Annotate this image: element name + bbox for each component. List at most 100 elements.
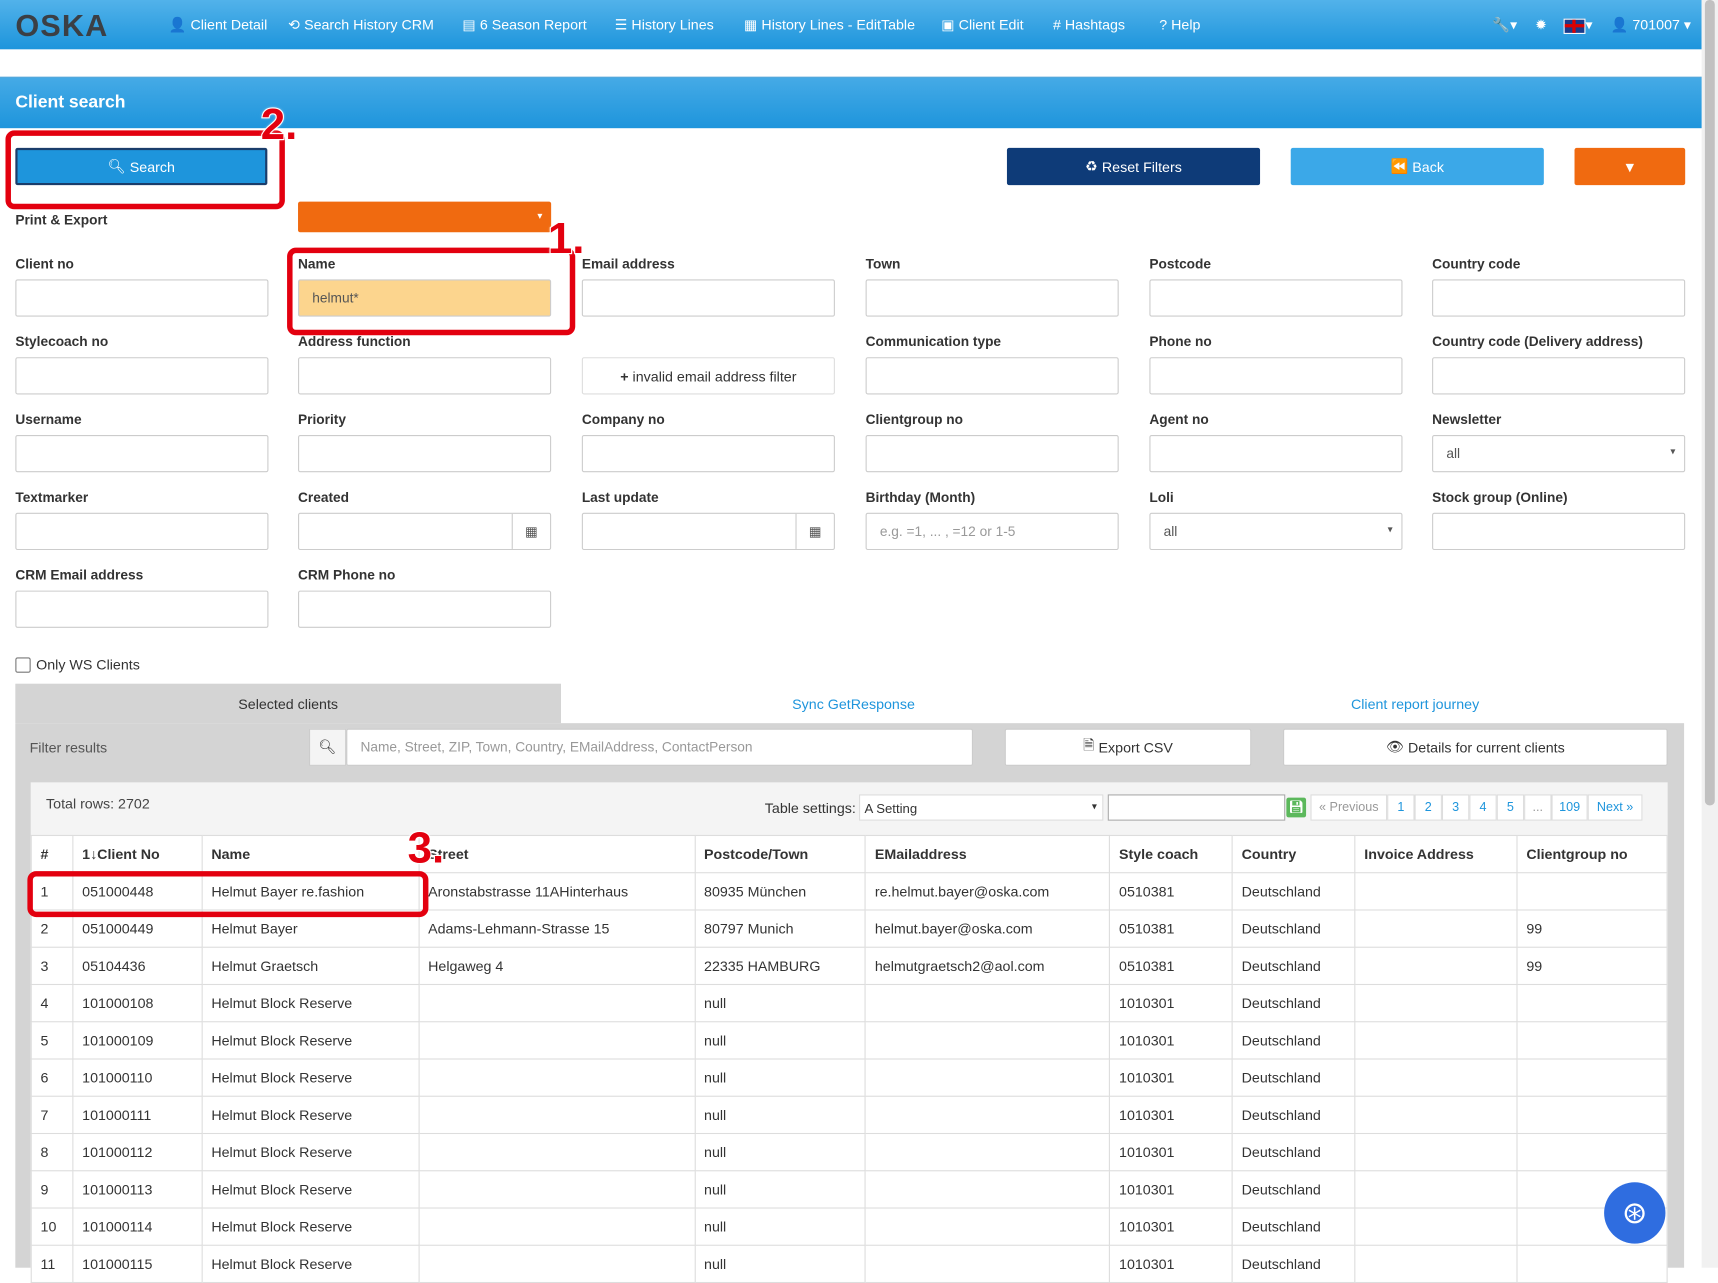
pagination-page-2[interactable]: 2 [1414, 794, 1442, 821]
table-cell: 10 [30, 1207, 74, 1246]
phone-no-input[interactable] [1149, 357, 1403, 395]
oska-logo[interactable]: OSKA [15, 9, 108, 44]
pagination-page-4[interactable]: 4 [1469, 794, 1497, 821]
invalid-email-filter-button[interactable]: + invalid email address filter [581, 357, 835, 395]
communication-type-input[interactable] [865, 357, 1119, 395]
pagination-previous[interactable]: « Previous [1310, 794, 1388, 821]
table-row[interactable]: 4 101000108 Helmut Block Reserve null 101030… [30, 983, 1668, 1023]
country-code-delivery-address-input[interactable] [1432, 357, 1686, 395]
address-function-label: Address function [298, 334, 411, 350]
nav-item-history-lines-edittable[interactable]: ▦ History Lines - EditTable [744, 16, 915, 34]
save-icon[interactable]: 💾︎ [1286, 797, 1307, 818]
last-update-input[interactable]: ▦ [581, 512, 835, 551]
crm-email-address-input[interactable] [15, 590, 269, 628]
priority-input[interactable] [298, 434, 552, 473]
table-cell: null [694, 1058, 867, 1097]
table-cell: null [694, 1132, 867, 1172]
column-header[interactable]: Name [201, 834, 420, 874]
filter-results-input[interactable]: Name, Street, ZIP, Town, Country, EMailA… [346, 728, 973, 766]
table-cell: Deutschland [1231, 1244, 1356, 1283]
table-setting-name-input[interactable] [1107, 794, 1286, 821]
created-input[interactable]: ▦ [298, 512, 552, 551]
nav-item-label: History Lines - EditTable [761, 16, 916, 33]
address-function-input[interactable] [298, 357, 552, 395]
panel-title: Client search [15, 93, 126, 112]
tab-client-report-journey[interactable]: Client report journey [1146, 684, 1684, 723]
table-settings-select[interactable]: A Setting ▾ [859, 794, 1104, 821]
nav-item-client-detail[interactable]: 👤 Client Detail [169, 16, 268, 34]
tab-sync-getresponse[interactable]: Sync GetResponse [561, 684, 1146, 723]
pagination-next[interactable]: Next » [1587, 794, 1643, 821]
stock-group-online-input[interactable] [1432, 512, 1686, 551]
email-address-input[interactable] [581, 279, 835, 317]
column-header[interactable]: 1↓Client No [72, 834, 203, 874]
agent-no-input[interactable] [1149, 434, 1403, 473]
nav-item-help[interactable]: ? Help [1159, 16, 1200, 32]
country-code-input[interactable] [1432, 279, 1686, 317]
help-chat-button[interactable]: ⊛ [1604, 1182, 1666, 1244]
pagination-page-ellipsis[interactable]: ... [1524, 794, 1552, 821]
stylecoach-no-input[interactable] [15, 357, 269, 395]
calendar-icon[interactable]: ▦ [795, 513, 833, 549]
name-input[interactable]: helmut* [298, 279, 552, 317]
table-row[interactable]: 5 101000109 Helmut Block Reserve null 101030… [30, 1021, 1668, 1060]
newsletter-label: Newsletter [1432, 411, 1502, 428]
clientgroup-no-input[interactable] [865, 434, 1119, 473]
column-header[interactable]: Style coach [1109, 834, 1233, 874]
table-row[interactable]: 6 101000110 Helmut Block Reserve null 101030… [30, 1058, 1668, 1097]
tab-selected-clients[interactable]: Selected clients [15, 683, 561, 724]
uk-flag-language-icon[interactable]: ▾ [1563, 16, 1593, 34]
birthday-month-placeholder: e.g. =1, ... , =12 or 1-5 [879, 523, 1016, 540]
column-header[interactable]: EMailaddress [864, 834, 1111, 874]
nav-item-client-edit[interactable]: ▣ Client Edit [941, 16, 1023, 34]
wrench-menu-icon[interactable]: 🔧▾ [1492, 16, 1517, 34]
column-header[interactable]: Invoice Address [1354, 834, 1518, 874]
user-menu[interactable]: 👤 701007 ▾ [1611, 16, 1691, 34]
nav-item-search-history-crm[interactable]: ⟲ Search History CRM [288, 16, 434, 34]
crm-phone-no-input[interactable] [298, 590, 552, 628]
table-row[interactable]: 10 101000114 Helmut Block Reserve null 10103… [30, 1207, 1668, 1246]
table-row[interactable]: 9 101000113 Helmut Block Reserve null 101030… [30, 1170, 1668, 1209]
only-ws-clients-checkbox[interactable] [15, 656, 31, 673]
reset-filters-button[interactable]: ♻ Reset Filters [1006, 147, 1261, 186]
table-cell [418, 1021, 696, 1060]
nav-item-hashtags[interactable]: # Hashtags [1053, 16, 1125, 32]
details-current-clients-button[interactable]: 👁 Details for current clients [1283, 728, 1668, 766]
table-cell [864, 1244, 1111, 1283]
nav-item-history-lines[interactable]: ☰ History Lines [615, 16, 714, 34]
back-button[interactable]: ⏪ Back [1290, 147, 1544, 186]
postcode-input[interactable] [1149, 279, 1403, 317]
company-no-input[interactable] [581, 434, 835, 473]
column-header[interactable]: Country [1231, 834, 1356, 874]
column-header[interactable]: Postcode/Town [694, 834, 867, 874]
column-header[interactable]: Street [418, 834, 696, 874]
table-row[interactable]: 3 05104436 Helmut Graetsch Helgaweg 4 22335 … [30, 946, 1668, 986]
birthday-month-input[interactable]: e.g. =1, ... , =12 or 1-5 [865, 512, 1119, 551]
table-cell: Deutschland [1231, 1021, 1356, 1060]
table-cell: 8 [30, 1132, 74, 1172]
newsletter-input[interactable]: all ▾ [1432, 434, 1686, 473]
filter-button[interactable]: ▼ [1574, 147, 1686, 186]
pagination-page-5[interactable]: 5 [1496, 794, 1525, 821]
pagination-page-3[interactable]: 3 [1441, 794, 1470, 821]
bug-icon[interactable]: ✹ [1535, 16, 1547, 34]
pagination-page-109[interactable]: 109 [1551, 794, 1588, 821]
scrollbar-thumb[interactable] [1704, 0, 1715, 806]
loli-input[interactable]: all ▾ [1149, 512, 1403, 551]
print-export-dropdown[interactable]: ▾ [298, 201, 552, 233]
table-cell: null [694, 1095, 867, 1135]
pagination-page-1[interactable]: 1 [1387, 794, 1415, 821]
nav-item-6-season-report[interactable]: ▤ 6 Season Report [462, 16, 586, 34]
column-header[interactable]: Clientgroup no [1516, 834, 1668, 874]
table-row[interactable]: 8 101000112 Helmut Block Reserve null 101030… [30, 1132, 1668, 1172]
town-input[interactable] [865, 279, 1119, 317]
export-csv-button[interactable]: 🗎 Export CSV [1004, 728, 1252, 766]
client-no-input[interactable] [15, 279, 269, 317]
textmarker-input[interactable] [15, 512, 269, 551]
username-input[interactable] [15, 434, 269, 473]
table-row[interactable]: 7 101000111 Helmut Block Reserve null 101030… [30, 1095, 1668, 1135]
calendar-icon[interactable]: ▦ [511, 513, 550, 549]
table-cell [864, 983, 1111, 1023]
table-row[interactable]: 11 101000115 Helmut Block Reserve null 10103… [30, 1244, 1668, 1283]
column-header[interactable]: # [30, 834, 74, 874]
